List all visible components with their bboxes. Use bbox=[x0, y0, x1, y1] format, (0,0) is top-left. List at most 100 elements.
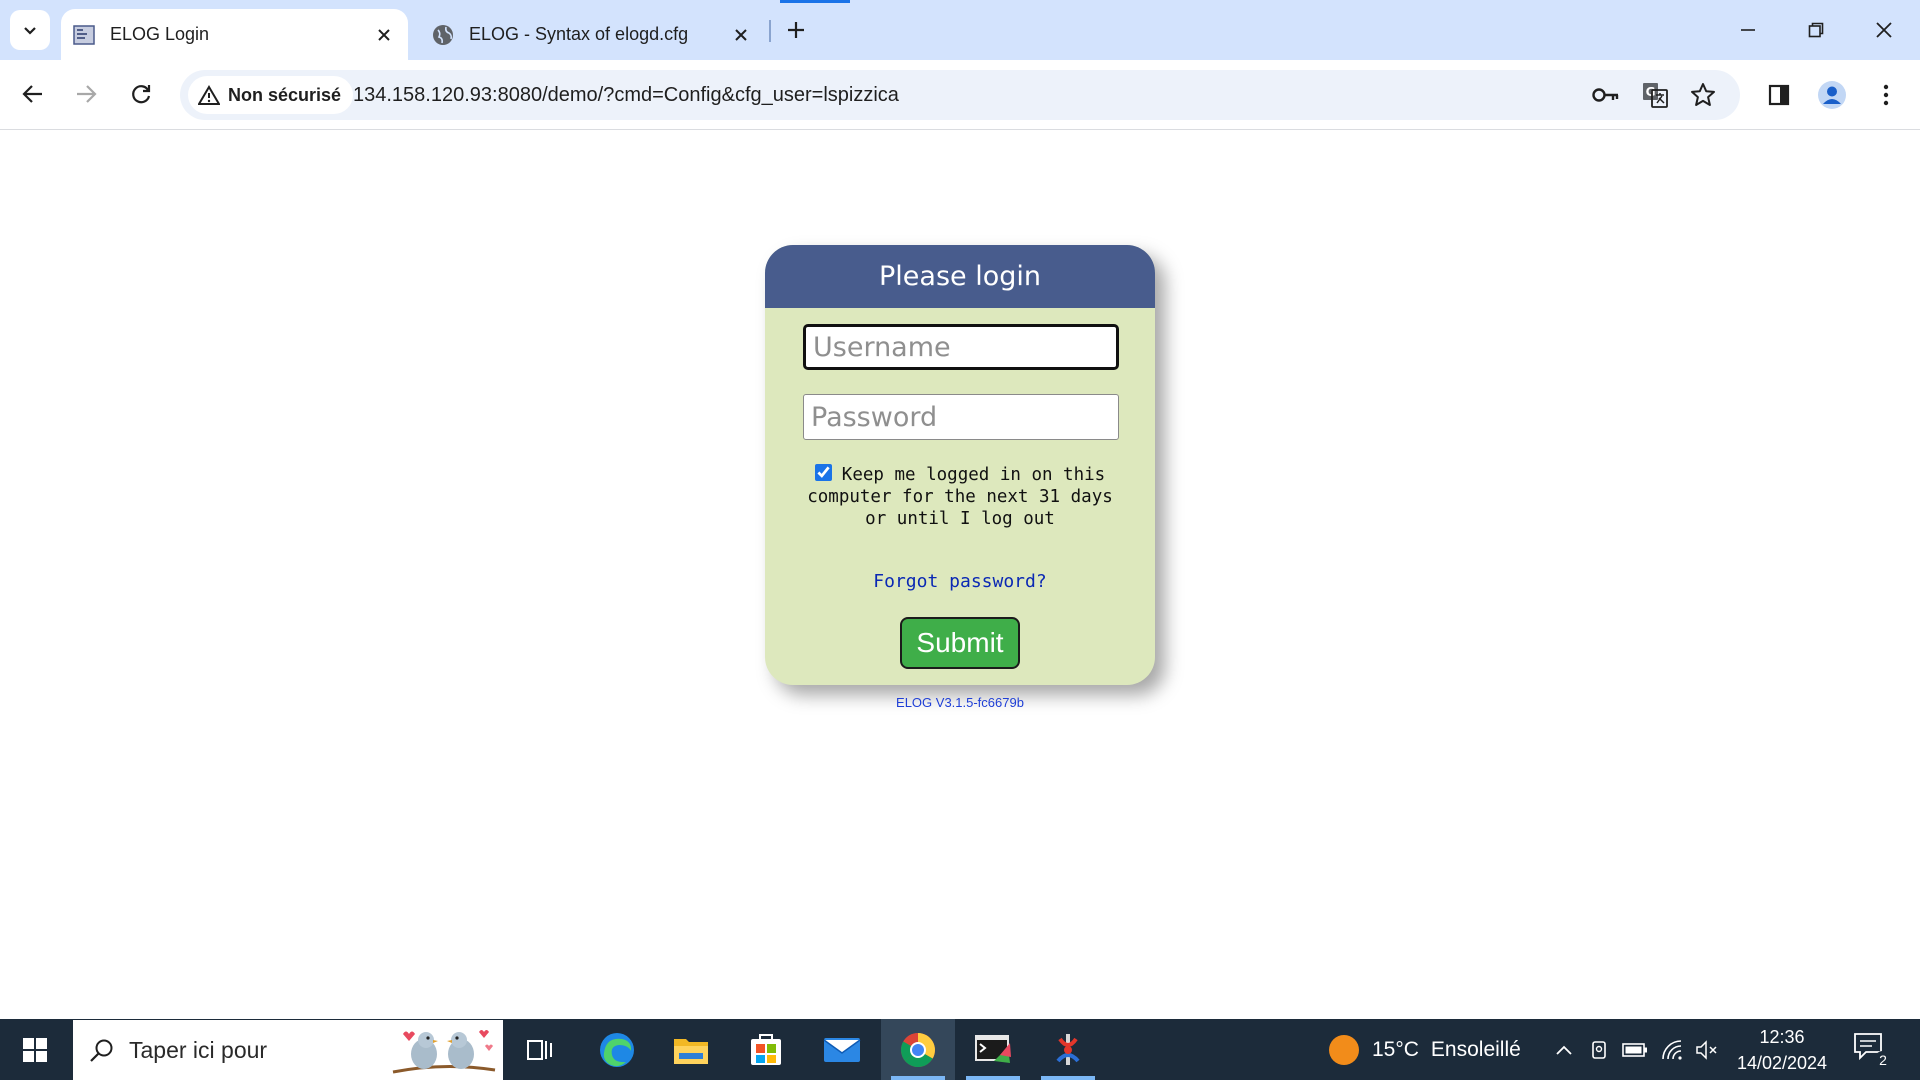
taskbar-search[interactable]: Taper ici pour bbox=[73, 1020, 503, 1080]
battery-button[interactable] bbox=[1620, 1035, 1650, 1065]
plus-icon bbox=[788, 22, 804, 38]
search-placeholder: Taper ici pour bbox=[129, 1036, 268, 1063]
tab-title: ELOG Login bbox=[110, 24, 210, 44]
keep-logged-in-label: Keep me logged in on this computer for t… bbox=[807, 465, 1113, 529]
notification-center-button[interactable]: 2 bbox=[1852, 1031, 1892, 1071]
profile-icon bbox=[1818, 81, 1846, 109]
keep-logged-in-group: Keep me logged in on this computer for t… bbox=[795, 464, 1125, 530]
password-manager-button[interactable] bbox=[1590, 79, 1622, 111]
close-icon bbox=[378, 28, 390, 41]
terminal-icon bbox=[975, 1034, 1011, 1063]
key-icon bbox=[1592, 88, 1619, 102]
tab-separator bbox=[769, 20, 771, 42]
clock-date: 14/02/2024 bbox=[1736, 1053, 1828, 1073]
start-button[interactable] bbox=[0, 1019, 70, 1080]
side-panel-icon bbox=[1768, 84, 1790, 106]
security-status-chip[interactable]: Non sécurisé bbox=[188, 76, 354, 114]
login-card: Please login Keep me logged in on this c… bbox=[765, 245, 1155, 685]
address-bar[interactable]: Non sécurisé 134.158.120.93:8080/demo/?c… bbox=[180, 70, 1740, 120]
browser-menu-button[interactable] bbox=[1866, 75, 1906, 115]
username-input[interactable] bbox=[803, 324, 1119, 370]
submit-button[interactable]: Submit bbox=[900, 617, 1020, 669]
show-hidden-icons-button[interactable] bbox=[1549, 1035, 1579, 1065]
side-panel-button[interactable] bbox=[1759, 75, 1799, 115]
task-view-button[interactable] bbox=[503, 1019, 577, 1080]
running-indicator bbox=[966, 1076, 1020, 1080]
chevron-down-icon bbox=[24, 27, 36, 35]
battery-icon bbox=[1622, 1043, 1647, 1057]
version-link[interactable]: ELOG V3.1.5-fc6679b bbox=[765, 695, 1155, 710]
file-explorer-button[interactable] bbox=[654, 1019, 728, 1080]
minimize-icon bbox=[1741, 29, 1755, 31]
weather-condition: Ensoleillé bbox=[1430, 1037, 1521, 1061]
profile-button[interactable] bbox=[1812, 75, 1852, 115]
star-icon bbox=[1691, 83, 1715, 106]
edge-button[interactable] bbox=[580, 1019, 654, 1080]
chrome-icon bbox=[900, 1032, 935, 1067]
terminal-button[interactable] bbox=[956, 1019, 1030, 1080]
volume-muted-icon bbox=[1696, 1040, 1717, 1060]
meet-now-button[interactable] bbox=[1584, 1035, 1614, 1065]
forgot-password-link[interactable]: Forgot password? bbox=[765, 571, 1155, 592]
clock-time: 12:36 bbox=[1759, 1027, 1805, 1047]
security-label: Non sécurisé bbox=[228, 84, 342, 105]
back-button[interactable] bbox=[13, 74, 53, 114]
tab-search-button[interactable] bbox=[10, 10, 50, 50]
bookmark-button[interactable] bbox=[1687, 79, 1719, 111]
login-title: Please login bbox=[765, 245, 1155, 308]
new-tab-button[interactable] bbox=[780, 14, 812, 46]
tab-title: ELOG - Syntax of elogd.cfg bbox=[469, 24, 689, 44]
reload-icon bbox=[132, 85, 151, 104]
close-tab-button[interactable] bbox=[370, 21, 398, 49]
sun-icon bbox=[1329, 1034, 1359, 1065]
edge-icon bbox=[600, 1032, 634, 1067]
close-tab-button[interactable] bbox=[727, 21, 755, 49]
windows-logo-icon bbox=[23, 1037, 47, 1062]
camera-icon bbox=[1592, 1041, 1606, 1059]
volume-button[interactable] bbox=[1692, 1035, 1722, 1065]
restore-icon bbox=[1808, 22, 1824, 38]
mail-icon bbox=[823, 1037, 861, 1062]
reload-button[interactable] bbox=[121, 74, 161, 114]
weather-temperature: 15°C bbox=[1372, 1037, 1419, 1061]
close-window-button[interactable] bbox=[1862, 8, 1906, 52]
url-text: 134.158.120.93:8080/demo/?cmd=Config&cfg… bbox=[353, 83, 899, 106]
arrow-right-icon bbox=[77, 85, 97, 103]
minimize-button[interactable] bbox=[1726, 8, 1770, 52]
browser-toolbar: Non sécurisé 134.158.120.93:8080/demo/?c… bbox=[0, 60, 1920, 130]
translate-icon: G bbox=[1643, 83, 1668, 108]
close-icon bbox=[735, 28, 747, 41]
store-button[interactable] bbox=[729, 1019, 803, 1080]
running-indicator bbox=[1041, 1076, 1095, 1080]
arrow-left-icon bbox=[22, 85, 42, 103]
forward-button[interactable] bbox=[66, 74, 106, 114]
loading-indicator bbox=[780, 0, 850, 3]
search-icon bbox=[90, 1039, 113, 1062]
close-icon bbox=[1876, 22, 1892, 38]
tab-elog-login[interactable]: ELOG Login bbox=[61, 9, 408, 60]
network-button[interactable] bbox=[1657, 1035, 1687, 1065]
active-indicator bbox=[891, 1076, 945, 1080]
tab-elog-syntax[interactable]: ELOG - Syntax of elogd.cfg bbox=[420, 9, 765, 60]
store-icon bbox=[751, 1033, 781, 1065]
globe-icon bbox=[431, 23, 455, 47]
warning-icon bbox=[198, 85, 220, 105]
birds-doodle-icon bbox=[392, 1030, 496, 1074]
chevron-up-icon bbox=[1556, 1045, 1572, 1055]
system-clock[interactable]: 12:36 14/02/2024 bbox=[1726, 1024, 1838, 1076]
translate-button[interactable]: G bbox=[1639, 79, 1671, 111]
password-input[interactable] bbox=[803, 394, 1119, 440]
restore-button[interactable] bbox=[1794, 8, 1838, 52]
elog-favicon-icon bbox=[72, 23, 96, 47]
mail-button[interactable] bbox=[805, 1019, 879, 1080]
page-content: Please login Keep me logged in on this c… bbox=[0, 131, 1920, 1019]
svg-text:G: G bbox=[1646, 85, 1656, 99]
app-button[interactable] bbox=[1031, 1019, 1105, 1080]
keep-logged-in-checkbox[interactable] bbox=[814, 464, 832, 481]
weather-widget[interactable]: 15°C Ensoleillé bbox=[1328, 1019, 1521, 1080]
chrome-button[interactable] bbox=[881, 1019, 955, 1080]
kebab-menu-icon bbox=[1883, 84, 1889, 106]
browser-tab-strip: ELOG Login ELOG - Syntax of elogd.cfg bbox=[0, 0, 1920, 60]
wifi-icon bbox=[1662, 1040, 1682, 1060]
windows-taskbar: Taper ici pour 15°C Ensoleillé 12:36 14/… bbox=[0, 1019, 1920, 1080]
